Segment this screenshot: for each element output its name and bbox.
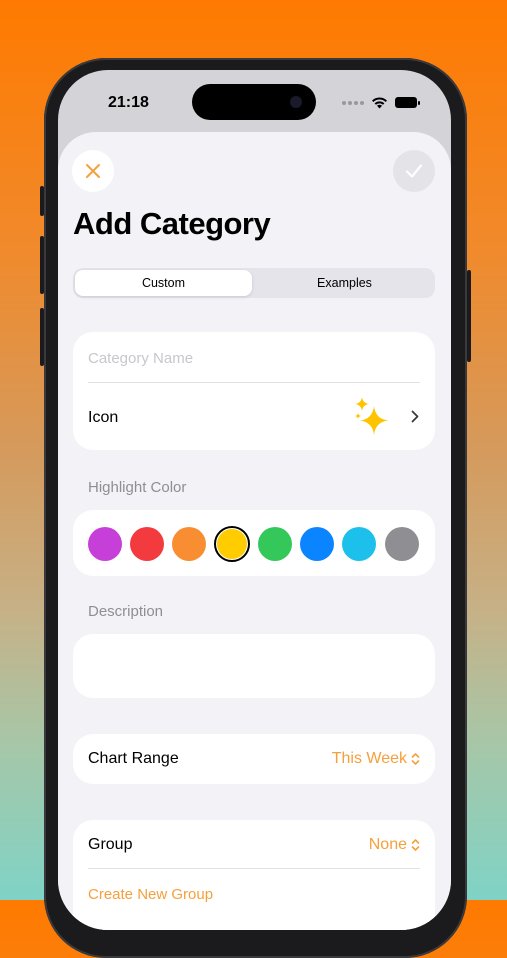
color-swatch-purple[interactable] — [88, 527, 122, 561]
volume-down-button — [40, 308, 44, 366]
chart-range-card[interactable]: Chart Range This Week — [73, 734, 435, 784]
power-button — [467, 270, 471, 362]
checkmark-icon — [405, 164, 423, 178]
group-value: None — [368, 836, 407, 853]
add-category-sheet: Add Category Custom Examples Icon Highli… — [58, 132, 451, 930]
group-label: Group — [88, 836, 133, 853]
status-time: 21:18 — [108, 94, 149, 111]
battery-icon — [395, 97, 420, 108]
create-new-group-link[interactable]: Create New Group — [88, 886, 213, 903]
description-label: Description — [88, 603, 164, 620]
segment-custom[interactable]: Custom — [75, 270, 252, 296]
divider — [88, 868, 420, 869]
chart-range-value: This Week — [331, 750, 407, 767]
group-card: Group None Create New Group — [73, 820, 435, 930]
wifi-icon — [372, 97, 387, 109]
volume-up-button — [40, 236, 44, 294]
chevron-up-down-icon — [411, 839, 420, 851]
sparkles-icon — [355, 397, 388, 435]
camera-icon — [290, 96, 302, 108]
description-input[interactable] — [88, 646, 422, 690]
done-button[interactable] — [393, 150, 435, 192]
page-title: Add Category — [73, 206, 271, 241]
color-swatch-yellow[interactable] — [214, 526, 250, 562]
color-swatch-gray[interactable] — [385, 527, 419, 561]
segment-examples[interactable]: Examples — [256, 270, 433, 296]
chart-range-label: Chart Range — [88, 750, 179, 767]
close-icon — [86, 164, 100, 178]
chevron-right-icon — [411, 410, 419, 423]
chart-range-picker[interactable]: This Week — [332, 750, 420, 768]
category-source-segmented-control: Custom Examples — [73, 268, 435, 298]
color-swatch-orange[interactable] — [172, 527, 206, 561]
dynamic-island — [192, 84, 316, 120]
color-swatch-green[interactable] — [258, 527, 292, 561]
cellular-signal-icon — [342, 100, 364, 105]
chevron-up-down-icon — [411, 753, 420, 765]
phone-screen: 21:18 Add Category Custom Examples Categ… — [58, 70, 451, 930]
group-picker[interactable]: None — [369, 836, 420, 854]
category-name-input[interactable] — [88, 346, 418, 370]
close-button[interactable] — [72, 150, 114, 192]
color-swatch-cyan[interactable] — [342, 527, 376, 561]
color-swatch-red[interactable] — [130, 527, 164, 561]
description-card — [73, 634, 435, 698]
mute-switch — [40, 186, 44, 216]
color-swatch-blue[interactable] — [300, 527, 334, 561]
name-icon-card: Icon — [73, 332, 435, 450]
highlight-color-card — [73, 510, 435, 576]
status-icons — [342, 96, 420, 109]
highlight-color-label: Highlight Color — [88, 479, 187, 496]
